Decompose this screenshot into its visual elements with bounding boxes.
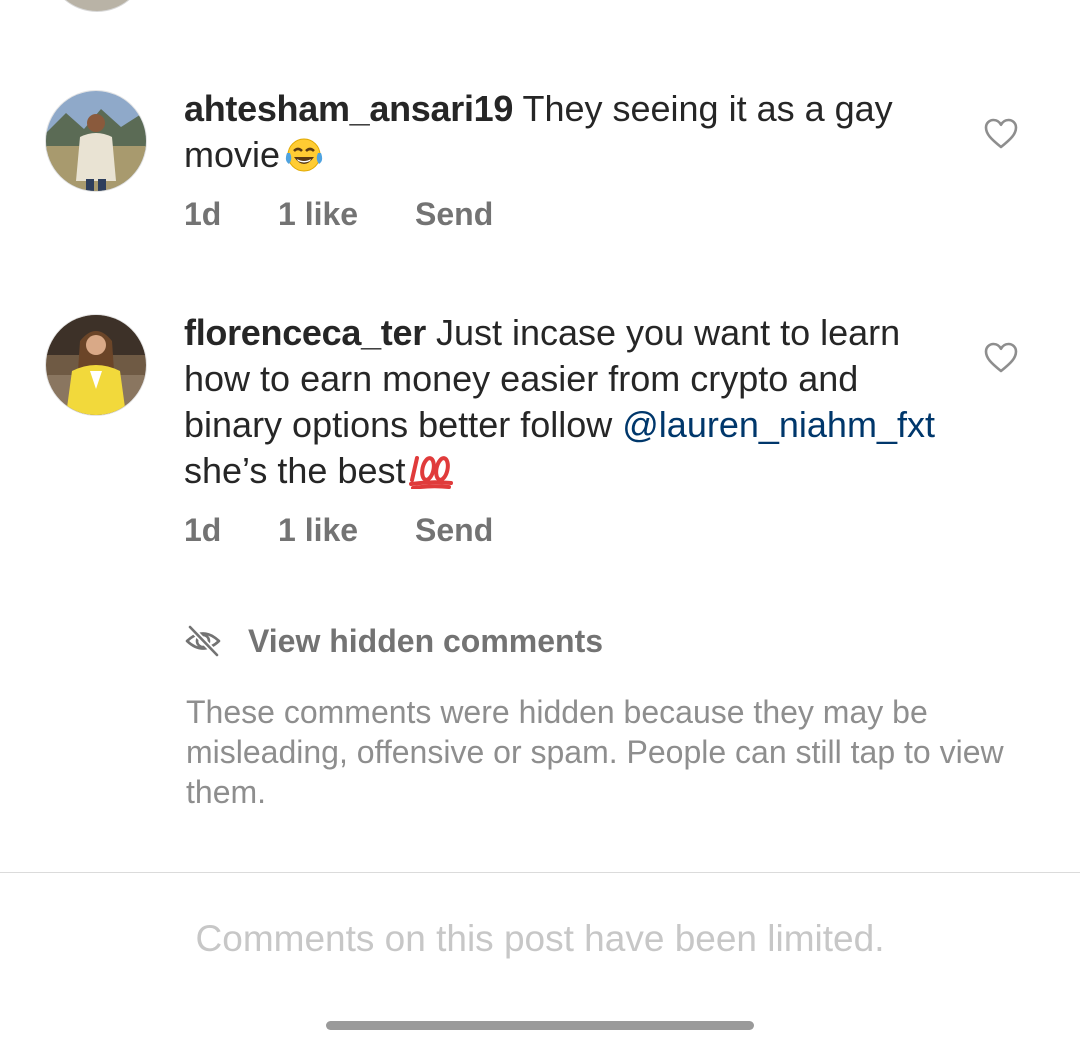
like-heart-icon[interactable] <box>984 118 1018 150</box>
eye-slash-icon <box>184 622 222 660</box>
face-with-tears-of-joy-icon <box>284 137 324 184</box>
comment-username[interactable]: ahtesham_ansari19 <box>184 88 513 129</box>
comment-meta: 1d 1 like Send <box>184 196 493 233</box>
comment-text: florenceca_ter Just incase you want to l… <box>184 310 944 500</box>
divider <box>0 872 1080 873</box>
avatar[interactable] <box>45 314 147 416</box>
comment-time: 1d <box>184 196 222 232</box>
comment-text: ahtesham_ansari19 They seeing it as a ga… <box>184 86 944 184</box>
mention-link[interactable]: @lauren_niahm_fxt <box>622 404 935 445</box>
avatar[interactable] <box>45 90 147 192</box>
comment-content-end: she’s the best <box>184 450 406 491</box>
comment-likes[interactable]: 1 like <box>278 196 415 233</box>
comment-time: 1d <box>184 512 222 548</box>
like-heart-icon[interactable] <box>984 342 1018 374</box>
send-button[interactable]: Send <box>415 512 493 549</box>
view-hidden-comments-label: View hidden comments <box>248 622 604 659</box>
hundred-points-icon <box>409 453 455 500</box>
hidden-comments-note: These comments were hidden because they … <box>186 694 1004 810</box>
previous-comment-avatar[interactable] <box>47 0 147 12</box>
comment-likes[interactable]: 1 like <box>278 512 415 549</box>
comment-username[interactable]: florenceca_ter <box>184 312 426 353</box>
home-indicator-bar[interactable] <box>326 1021 754 1030</box>
view-hidden-comments-button[interactable]: View hidden comments <box>184 622 603 660</box>
send-button[interactable]: Send <box>415 196 493 233</box>
comment-meta: 1d 1 like Send <box>184 512 493 549</box>
comments-limited-notice: Comments on this post have been limited. <box>195 918 885 959</box>
